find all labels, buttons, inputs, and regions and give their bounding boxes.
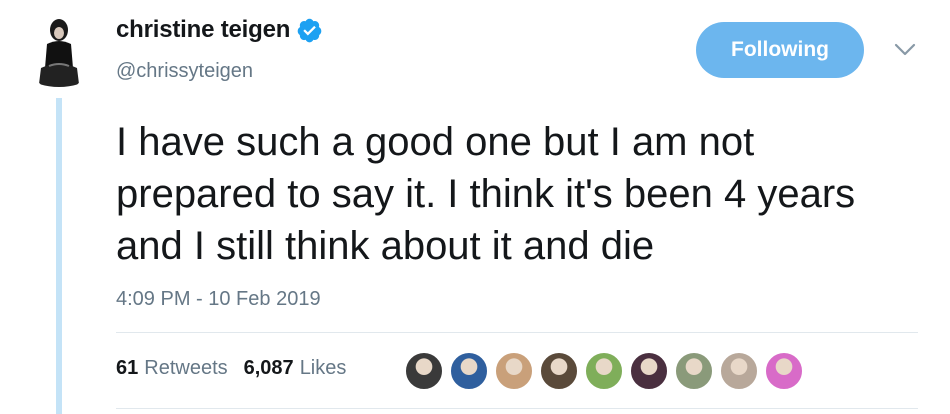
liker-avatar[interactable] — [719, 351, 759, 391]
liker-avatar[interactable] — [584, 351, 624, 391]
likes-stat[interactable]: 6,087 Likes — [244, 357, 347, 380]
likers-avatar-list — [404, 351, 809, 391]
liker-avatar[interactable] — [404, 351, 444, 391]
verified-badge-icon — [297, 18, 322, 42]
likes-label: Likes — [299, 357, 347, 379]
retweets-stat[interactable]: 61 Retweets — [116, 357, 228, 380]
following-button[interactable]: Following — [696, 22, 864, 78]
thread-line — [56, 98, 62, 414]
tweet-timestamp[interactable]: 4:09 PM - 10 Feb 2019 — [116, 288, 321, 311]
chevron-down-icon[interactable] — [893, 41, 917, 59]
author-name-row: christine teigen — [116, 16, 323, 44]
liker-avatar[interactable] — [629, 351, 669, 391]
liker-avatar[interactable] — [674, 351, 714, 391]
tweet-text: I have such a good one but I am not prep… — [116, 120, 856, 268]
author-display-name[interactable]: christine teigen — [116, 16, 290, 44]
profile-photo-icon — [27, 8, 91, 92]
retweets-label: Retweets — [144, 357, 228, 379]
liker-avatar[interactable] — [449, 351, 489, 391]
author-avatar[interactable] — [27, 8, 91, 92]
retweets-count: 61 — [116, 357, 139, 379]
author-handle[interactable]: @chrissyteigen — [116, 60, 253, 83]
liker-avatar[interactable] — [539, 351, 579, 391]
likes-count: 6,087 — [243, 357, 294, 379]
liker-avatar[interactable] — [764, 351, 804, 391]
tweet-stats: 61 Retweets 6,087 Likes — [116, 357, 346, 380]
liker-avatar[interactable] — [494, 351, 534, 391]
divider — [116, 332, 918, 333]
divider — [116, 408, 918, 409]
